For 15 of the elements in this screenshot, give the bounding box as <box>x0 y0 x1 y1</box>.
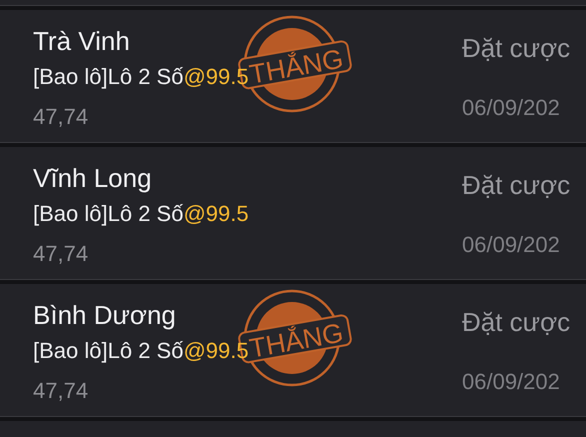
bet-date: 06/09/202 <box>462 94 561 122</box>
bet-description: [Bao lô]Lô 2 Số@99.5 <box>33 200 249 228</box>
stamp-label: THẮNG <box>247 44 346 90</box>
province-name: Trà Vinh <box>33 26 130 56</box>
bet-date: 06/09/202 <box>462 368 561 396</box>
bet-date: 06/09/202 <box>462 231 561 259</box>
province-name: Bình Dương <box>33 300 176 330</box>
province-name: Vĩnh Long <box>33 163 152 193</box>
bet-status: Đặt cược <box>462 307 570 337</box>
bet-amount: 47,74 <box>33 377 88 405</box>
bet-status: Đặt cược <box>462 170 570 200</box>
bet-status: Đặt cược <box>462 33 570 63</box>
bet-amount: 47,74 <box>33 103 88 131</box>
bet-amount: 47,74 <box>33 240 88 268</box>
stamp-label: THẮNG <box>247 318 346 364</box>
